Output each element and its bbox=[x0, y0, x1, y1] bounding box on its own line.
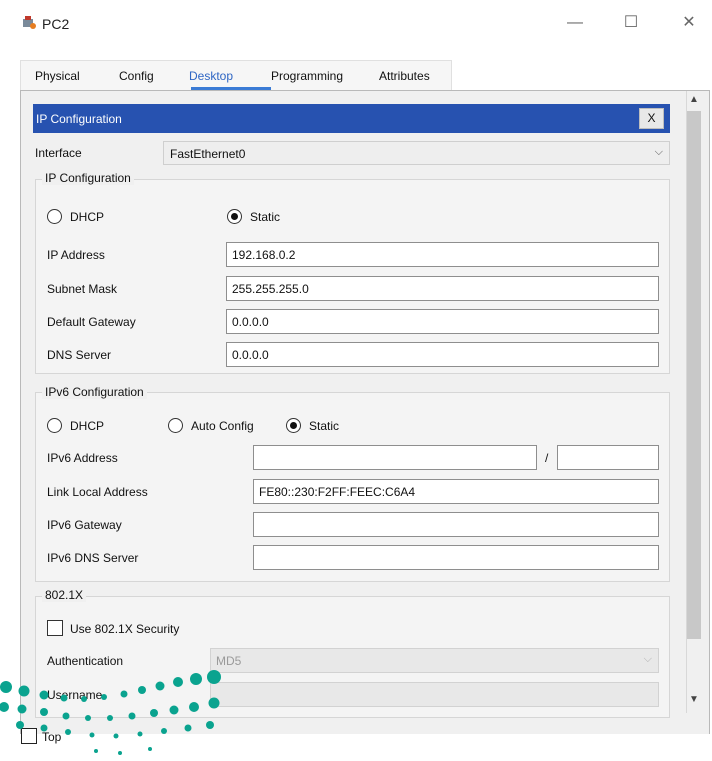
prefix-slash: / bbox=[545, 451, 549, 465]
ip-configuration-header: IP Configuration X bbox=[33, 104, 670, 133]
tab-attributes[interactable]: Attributes bbox=[379, 69, 430, 83]
ipv6-auto-config-radio[interactable] bbox=[168, 418, 183, 433]
ipv6-prefix-input[interactable] bbox=[557, 445, 659, 470]
link-local-address-label: Link Local Address bbox=[47, 485, 148, 499]
tab-desktop[interactable]: Desktop bbox=[189, 69, 233, 83]
ipv4-legend: IP Configuration bbox=[42, 171, 134, 185]
maximize-button[interactable]: ☐ bbox=[616, 10, 646, 36]
ipv6-auto-config-label: Auto Config bbox=[191, 419, 254, 433]
chevron-down-icon: ⌵ bbox=[643, 653, 652, 665]
ipv6-dns-server-input[interactable] bbox=[253, 545, 659, 570]
tab-physical[interactable]: Physical bbox=[35, 69, 80, 83]
ipv6-gateway-input[interactable] bbox=[253, 512, 659, 537]
panel-title: IP Configuration bbox=[36, 112, 122, 126]
close-window-button[interactable]: ✕ bbox=[674, 10, 704, 36]
dot1x-legend: 802.1X bbox=[42, 588, 87, 602]
window-title: PC2 bbox=[42, 16, 70, 32]
ipv6-static-label: Static bbox=[309, 419, 340, 433]
link-local-address-input[interactable]: FE80::230:F2FF:FEEC:C6A4 bbox=[253, 479, 659, 504]
dns-server-input[interactable]: 0.0.0.0 bbox=[226, 342, 659, 367]
ipv6-address-label: IPv6 Address bbox=[47, 451, 118, 465]
dns-server-label: DNS Server bbox=[47, 348, 112, 362]
ipv6-gateway-label: IPv6 Gateway bbox=[47, 518, 122, 532]
scroll-down-icon[interactable]: ▼ bbox=[689, 694, 699, 705]
ipv6-dhcp-radio[interactable] bbox=[47, 418, 62, 433]
authentication-select[interactable]: MD5 ⌵ bbox=[210, 648, 659, 673]
packet-tracer-pc-icon bbox=[23, 16, 36, 29]
default-gateway-input[interactable]: 0.0.0.0 bbox=[226, 309, 659, 334]
top-label: Top bbox=[42, 730, 62, 744]
ipv6-dns-server-label: IPv6 DNS Server bbox=[47, 551, 139, 565]
scrollbar-thumb[interactable] bbox=[687, 111, 701, 639]
ipv6-dhcp-label: DHCP bbox=[70, 419, 105, 433]
ipv4-dhcp-label: DHCP bbox=[70, 210, 105, 224]
top-checkbox[interactable] bbox=[21, 728, 37, 744]
ipv6-address-input[interactable] bbox=[253, 445, 537, 470]
tab-config[interactable]: Config bbox=[119, 69, 154, 83]
window-titlebar: PC2 — ☐ ✕ bbox=[0, 0, 712, 46]
ipv4-dhcp-radio[interactable] bbox=[47, 209, 62, 224]
ip-address-label: IP Address bbox=[47, 248, 105, 262]
minimize-button[interactable]: — bbox=[560, 10, 590, 36]
use-8021x-label: Use 802.1X Security bbox=[70, 622, 180, 636]
ip-address-input[interactable]: 192.168.0.2 bbox=[226, 242, 659, 267]
subnet-mask-input[interactable]: 255.255.255.0 bbox=[226, 276, 659, 301]
ipv6-static-radio[interactable] bbox=[286, 418, 301, 433]
username-input[interactable] bbox=[210, 682, 659, 707]
authentication-label: Authentication bbox=[47, 654, 124, 668]
use-8021x-checkbox[interactable] bbox=[47, 620, 63, 636]
authentication-value: MD5 bbox=[216, 654, 242, 668]
subnet-mask-label: Subnet Mask bbox=[47, 282, 118, 296]
interface-value: FastEthernet0 bbox=[170, 147, 246, 161]
scroll-up-icon[interactable]: ▲ bbox=[689, 94, 699, 105]
tab-bar: Physical Config Desktop Programming Attr… bbox=[20, 60, 452, 90]
panel-close-button[interactable]: X bbox=[639, 108, 664, 129]
chevron-down-icon: ⌵ bbox=[654, 146, 663, 158]
ipv4-static-label: Static bbox=[250, 210, 281, 224]
tab-programming[interactable]: Programming bbox=[271, 69, 343, 83]
ipv4-static-radio[interactable] bbox=[227, 209, 242, 224]
username-label: Username bbox=[47, 688, 103, 702]
default-gateway-label: Default Gateway bbox=[47, 315, 136, 329]
ipv6-legend: IPv6 Configuration bbox=[42, 385, 147, 399]
interface-label: Interface bbox=[35, 146, 82, 160]
interface-select[interactable]: FastEthernet0 ⌵ bbox=[163, 141, 670, 165]
